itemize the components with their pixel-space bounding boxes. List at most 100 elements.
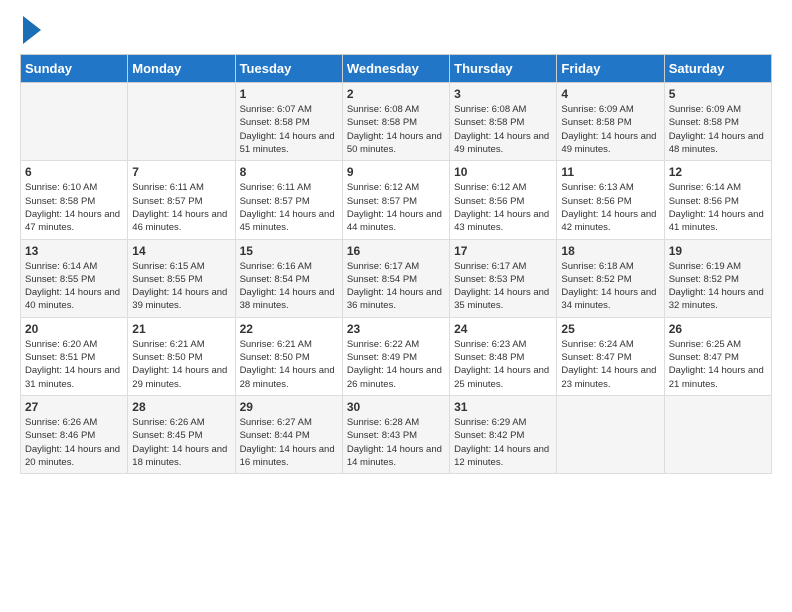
day-info: Sunrise: 6:16 AM Sunset: 8:54 PM Dayligh… [240, 260, 338, 313]
calendar-cell [21, 83, 128, 161]
day-info: Sunrise: 6:15 AM Sunset: 8:55 PM Dayligh… [132, 260, 230, 313]
calendar-cell: 22Sunrise: 6:21 AM Sunset: 8:50 PM Dayli… [235, 317, 342, 395]
day-info: Sunrise: 6:21 AM Sunset: 8:50 PM Dayligh… [132, 338, 230, 391]
calendar-week-row: 6 Sunrise: 6:10 AM Sunset: 8:58 PM Daylig… [21, 161, 772, 239]
calendar-cell: 26 Sunrise: 6:25 AM Sunset: 8:47 PM Dayli… [664, 317, 771, 395]
calendar-cell: 2 Sunrise: 6:08 AM Sunset: 8:58 PM Daylig… [342, 83, 449, 161]
header-cell-wednesday: Wednesday [342, 55, 449, 83]
day-info: Sunrise: 6:24 AM Sunset: 8:47 PM Dayligh… [561, 338, 659, 391]
day-info: Sunrise: 6:26 AM Sunset: 8:45 PM Dayligh… [132, 416, 230, 469]
calendar-cell: 30 Sunrise: 6:28 AM Sunset: 8:43 PM Dayli… [342, 395, 449, 473]
day-info: Sunrise: 6:22 AM Sunset: 8:49 PM Dayligh… [347, 338, 445, 391]
day-info: Sunrise: 6:17 AM Sunset: 8:53 PM Dayligh… [454, 260, 552, 313]
day-number: 7 [132, 165, 230, 179]
day-number: 15 [240, 244, 338, 258]
day-info: Sunrise: 6:13 AM Sunset: 8:56 PM Dayligh… [561, 181, 659, 234]
calendar-cell: 28 Sunrise: 6:26 AM Sunset: 8:45 PM Dayli… [128, 395, 235, 473]
day-number: 19 [669, 244, 767, 258]
day-info: Sunrise: 6:14 AM Sunset: 8:55 PM Dayligh… [25, 260, 123, 313]
calendar-cell: 12 Sunrise: 6:14 AM Sunset: 8:56 PM Dayli… [664, 161, 771, 239]
day-info: Sunrise: 6:26 AM Sunset: 8:46 PM Dayligh… [25, 416, 123, 469]
day-info: Sunrise: 6:28 AM Sunset: 8:43 PM Dayligh… [347, 416, 445, 469]
day-info: Sunrise: 6:11 AM Sunset: 8:57 PM Dayligh… [132, 181, 230, 234]
calendar-cell: 21 Sunrise: 6:21 AM Sunset: 8:50 PM Dayli… [128, 317, 235, 395]
day-number: 1 [240, 87, 338, 101]
day-number: 14 [132, 244, 230, 258]
day-number: 27 [25, 400, 123, 414]
calendar-cell: 14 Sunrise: 6:15 AM Sunset: 8:55 PM Dayli… [128, 239, 235, 317]
calendar-cell: 18 Sunrise: 6:18 AM Sunset: 8:52 PM Dayli… [557, 239, 664, 317]
calendar-cell [557, 395, 664, 473]
day-number: 18 [561, 244, 659, 258]
day-info: Sunrise: 6:23 AM Sunset: 8:48 PM Dayligh… [454, 338, 552, 391]
header-cell-thursday: Thursday [450, 55, 557, 83]
day-info: Sunrise: 6:12 AM Sunset: 8:56 PM Dayligh… [454, 181, 552, 234]
day-number: 23 [347, 322, 445, 336]
calendar-cell: 6 Sunrise: 6:10 AM Sunset: 8:58 PM Daylig… [21, 161, 128, 239]
day-number: 3 [454, 87, 552, 101]
calendar-cell: 29 Sunrise: 6:27 AM Sunset: 8:44 PM Dayli… [235, 395, 342, 473]
day-number: 4 [561, 87, 659, 101]
day-number: 10 [454, 165, 552, 179]
calendar-cell: 7 Sunrise: 6:11 AM Sunset: 8:57 PM Daylig… [128, 161, 235, 239]
day-number: 31 [454, 400, 552, 414]
calendar-cell: 5 Sunrise: 6:09 AM Sunset: 8:58 PM Daylig… [664, 83, 771, 161]
day-info: Sunrise: 6:12 AM Sunset: 8:57 PM Dayligh… [347, 181, 445, 234]
calendar-cell: 8 Sunrise: 6:11 AM Sunset: 8:57 PM Daylig… [235, 161, 342, 239]
day-number: 12 [669, 165, 767, 179]
calendar-cell: 15 Sunrise: 6:16 AM Sunset: 8:54 PM Dayli… [235, 239, 342, 317]
calendar-cell: 23 Sunrise: 6:22 AM Sunset: 8:49 PM Dayli… [342, 317, 449, 395]
header-cell-friday: Friday [557, 55, 664, 83]
day-info: Sunrise: 6:14 AM Sunset: 8:56 PM Dayligh… [669, 181, 767, 234]
calendar-cell: 16Sunrise: 6:17 AM Sunset: 8:54 PM Dayli… [342, 239, 449, 317]
calendar-cell: 31 Sunrise: 6:29 AM Sunset: 8:42 PM Dayli… [450, 395, 557, 473]
calendar-body: 1Sunrise: 6:07 AM Sunset: 8:58 PM Daylig… [21, 83, 772, 474]
day-number: 6 [25, 165, 123, 179]
day-info: Sunrise: 6:27 AM Sunset: 8:44 PM Dayligh… [240, 416, 338, 469]
calendar-week-row: 1Sunrise: 6:07 AM Sunset: 8:58 PM Daylig… [21, 83, 772, 161]
header-row: SundayMondayTuesdayWednesdayThursdayFrid… [21, 55, 772, 83]
day-info: Sunrise: 6:08 AM Sunset: 8:58 PM Dayligh… [347, 103, 445, 156]
calendar-cell: 4Sunrise: 6:09 AM Sunset: 8:58 PM Daylig… [557, 83, 664, 161]
day-info: Sunrise: 6:19 AM Sunset: 8:52 PM Dayligh… [669, 260, 767, 313]
day-info: Sunrise: 6:18 AM Sunset: 8:52 PM Dayligh… [561, 260, 659, 313]
day-number: 16 [347, 244, 445, 258]
page-header [20, 20, 772, 44]
day-info: Sunrise: 6:29 AM Sunset: 8:42 PM Dayligh… [454, 416, 552, 469]
calendar-cell: 1Sunrise: 6:07 AM Sunset: 8:58 PM Daylig… [235, 83, 342, 161]
logo [20, 20, 41, 44]
day-info: Sunrise: 6:25 AM Sunset: 8:47 PM Dayligh… [669, 338, 767, 391]
day-number: 25 [561, 322, 659, 336]
day-number: 29 [240, 400, 338, 414]
header-cell-sunday: Sunday [21, 55, 128, 83]
day-info: Sunrise: 6:09 AM Sunset: 8:58 PM Dayligh… [669, 103, 767, 156]
calendar-cell: 9 Sunrise: 6:12 AM Sunset: 8:57 PM Daylig… [342, 161, 449, 239]
day-number: 8 [240, 165, 338, 179]
day-number: 5 [669, 87, 767, 101]
day-number: 21 [132, 322, 230, 336]
day-number: 28 [132, 400, 230, 414]
day-info: Sunrise: 6:11 AM Sunset: 8:57 PM Dayligh… [240, 181, 338, 234]
calendar-cell: 19 Sunrise: 6:19 AM Sunset: 8:52 PM Dayli… [664, 239, 771, 317]
calendar-cell: 17 Sunrise: 6:17 AM Sunset: 8:53 PM Dayli… [450, 239, 557, 317]
header-cell-saturday: Saturday [664, 55, 771, 83]
calendar-week-row: 13Sunrise: 6:14 AM Sunset: 8:55 PM Dayli… [21, 239, 772, 317]
day-info: Sunrise: 6:10 AM Sunset: 8:58 PM Dayligh… [25, 181, 123, 234]
day-number: 17 [454, 244, 552, 258]
calendar-cell: 27 Sunrise: 6:26 AM Sunset: 8:46 PM Dayli… [21, 395, 128, 473]
calendar-cell [664, 395, 771, 473]
day-info: Sunrise: 6:20 AM Sunset: 8:51 PM Dayligh… [25, 338, 123, 391]
calendar-cell: 11 Sunrise: 6:13 AM Sunset: 8:56 PM Dayli… [557, 161, 664, 239]
calendar-cell: 13Sunrise: 6:14 AM Sunset: 8:55 PM Dayli… [21, 239, 128, 317]
day-number: 11 [561, 165, 659, 179]
calendar-cell: 25 Sunrise: 6:24 AM Sunset: 8:47 PM Dayli… [557, 317, 664, 395]
day-number: 30 [347, 400, 445, 414]
calendar-week-row: 20Sunrise: 6:20 AM Sunset: 8:51 PM Dayli… [21, 317, 772, 395]
logo-arrow-icon [23, 16, 41, 44]
day-number: 9 [347, 165, 445, 179]
calendar-cell: 24Sunrise: 6:23 AM Sunset: 8:48 PM Dayli… [450, 317, 557, 395]
day-number: 22 [240, 322, 338, 336]
calendar-cell: 20Sunrise: 6:20 AM Sunset: 8:51 PM Dayli… [21, 317, 128, 395]
day-number: 2 [347, 87, 445, 101]
day-number: 26 [669, 322, 767, 336]
